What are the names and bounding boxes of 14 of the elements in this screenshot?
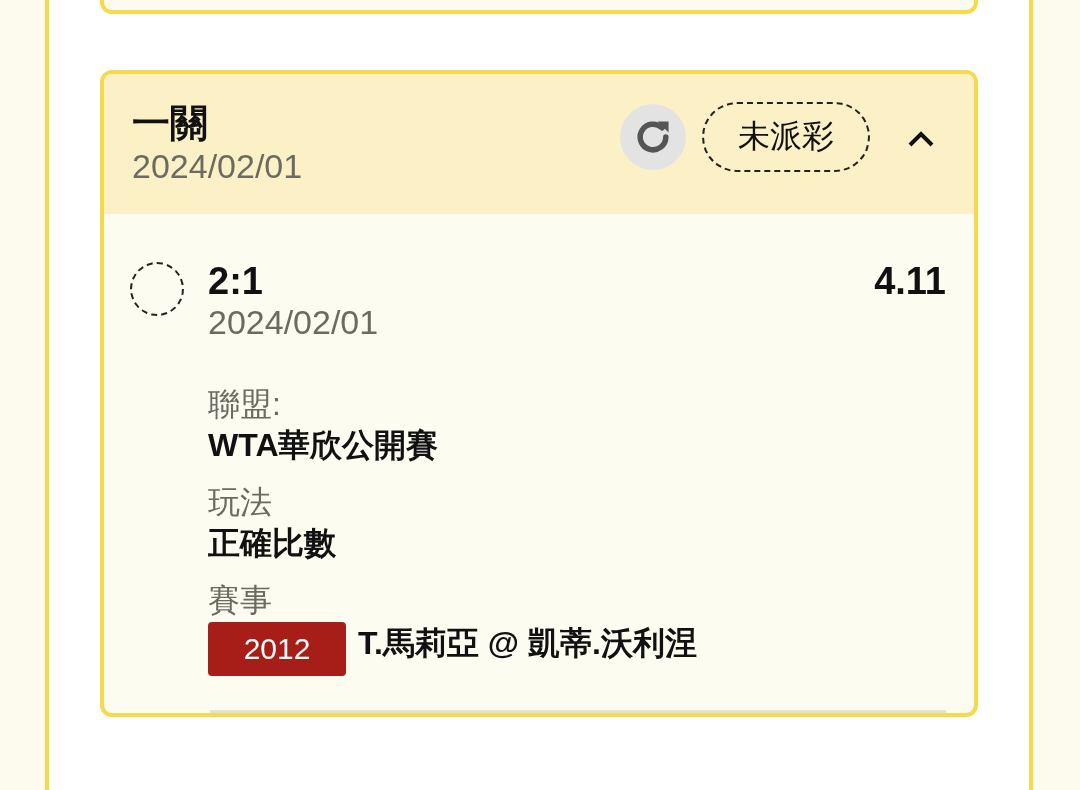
match-date: 2024/02/01 [208,302,380,342]
detail-label: 玩法 [208,483,272,522]
odds: 4.11 [874,260,946,302]
detail-value: WTA華欣公開賽 [208,426,439,465]
detail-value: 正確比數 [208,524,336,563]
caret-icon [907,130,935,148]
bet-date: 2024/02/01 [132,146,304,186]
score: 2:1 [208,260,263,302]
bet-title: 一關 [132,101,209,146]
detail-label: 聯盟: [208,385,281,424]
match-code: 2012 [208,622,346,676]
detail-label: 賽事 [208,581,272,620]
status-badge: 未派彩 [702,102,870,172]
match-teams: T.馬莉亞 @ 凱蒂.沃利涅 [358,624,697,663]
